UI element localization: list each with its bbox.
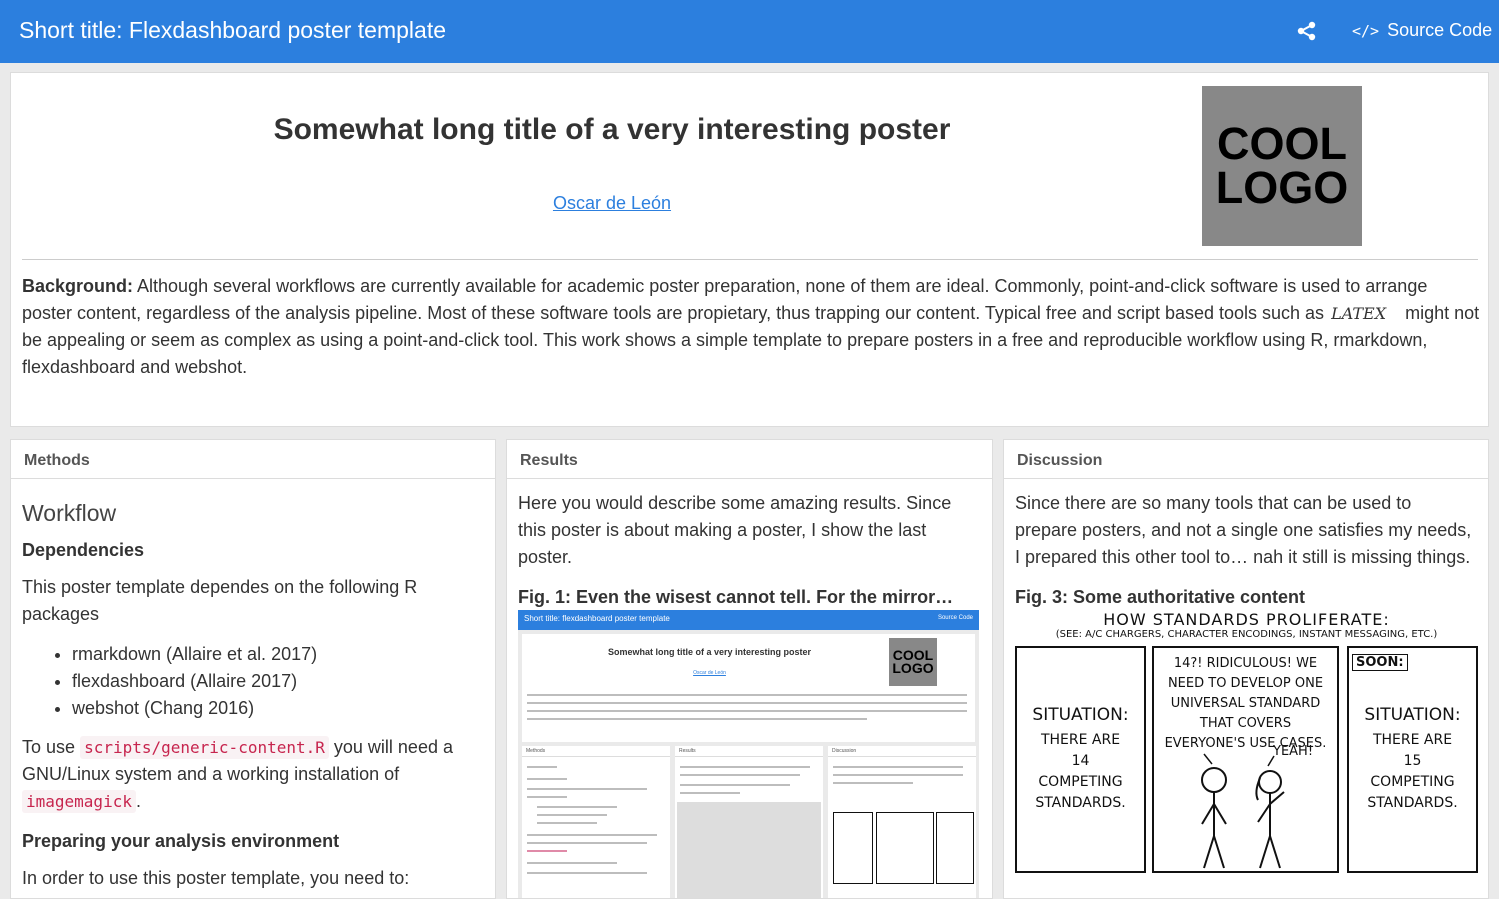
source-code-button[interactable]: </> Source Code <box>1352 20 1492 41</box>
latex-logo: LATEX <box>1331 304 1387 323</box>
results-paragraph: Here you would describe some amazing res… <box>518 493 952 567</box>
panel-3-text: THERE ARE 15 COMPETING STANDARDS. <box>1367 732 1458 811</box>
mini-text-line <box>833 782 913 784</box>
discussion-header: Discussion <box>1004 440 1488 479</box>
background-text-1: Although several workflows are currently… <box>22 276 1428 323</box>
panel-1-title: SITUATION: <box>1032 705 1129 725</box>
mini-text-line <box>680 784 790 786</box>
imagemagick-code: imagemagick <box>22 790 136 813</box>
panel-3-soon: SOON: <box>1352 654 1408 671</box>
mini-discussion-column: Discussion <box>828 746 976 898</box>
mini-text-line <box>527 842 647 844</box>
mini-discussion-header: Discussion <box>828 746 976 757</box>
mini-text-line <box>527 702 967 704</box>
environment-paragraph: In order to use this poster template, yo… <box>22 868 410 888</box>
discussion-paragraph: Since there are so many tools that can b… <box>1015 493 1472 567</box>
panel-3-title: SITUATION: <box>1364 705 1461 725</box>
mini-navbar: Short title: flexdashboard poster templa… <box>518 610 979 630</box>
mini-header: Somewhat long title of a very interestin… <box>522 634 975 742</box>
source-code-label: Source Code <box>1387 20 1493 40</box>
poster-title: Somewhat long title of a very interestin… <box>273 113 951 146</box>
list-item: rmarkdown (Allaire et al. 2017) <box>72 641 485 668</box>
methods-body: Workflow Dependencies This poster templa… <box>22 490 485 898</box>
results-header: Results <box>507 440 992 479</box>
comic-panel-1: SITUATION: THERE ARE 14 COMPETING STANDA… <box>1015 646 1146 873</box>
figure-3-caption: Fig. 3: Some authoritative content <box>1015 587 1306 607</box>
environment-heading: Preparing your analysis environment <box>22 831 340 851</box>
discussion-card: Discussion Since there are so many tools… <box>1003 439 1489 899</box>
mini-text-line <box>680 766 810 768</box>
discussion-body: Since there are so many tools that can b… <box>1015 490 1478 624</box>
mini-nested-screenshot <box>677 802 821 898</box>
panel-2-text: 14?! RIDICULOUS! WE NEED TO DEVELOP ONE … <box>1164 656 1327 751</box>
mini-navbar-title: Short title: flexdashboard poster templa… <box>524 614 670 623</box>
panel-1-text: THERE ARE 14 COMPETING STANDARDS. <box>1035 732 1126 811</box>
mini-methods-column: Methods <box>522 746 670 898</box>
mini-comic-panel <box>876 812 934 884</box>
code-icon: </> <box>1352 21 1380 40</box>
stick-figures-icon <box>1201 753 1285 869</box>
mini-text-line <box>680 792 740 794</box>
mini-text-line <box>537 822 597 824</box>
mini-text-line <box>537 814 607 816</box>
logo-line-2: LOGO <box>1215 162 1349 213</box>
mini-author: Oscar de León <box>693 670 726 676</box>
mini-text-line <box>527 788 647 790</box>
mini-logo: COOL LOGO <box>889 638 937 686</box>
list-item: flexdashboard (Allaire 2017) <box>72 668 485 695</box>
comic-subtitle: (SEE: A/C CHARGERS, CHARACTER ENCODINGS,… <box>1055 629 1438 640</box>
mini-results-header: Results <box>675 746 823 757</box>
dependencies-heading: Dependencies <box>22 540 145 560</box>
comic-panel-2: 14?! RIDICULOUS! WE NEED TO DEVELOP ONE … <box>1152 646 1339 873</box>
mini-source-code: Source Code <box>937 615 973 621</box>
mini-text-line <box>527 710 967 712</box>
script-code: scripts/generic-content.R <box>80 736 329 759</box>
workflow-heading: Workflow <box>22 500 117 526</box>
poster-header: Somewhat long title of a very interestin… <box>10 72 1489 427</box>
mini-text-line <box>527 872 647 874</box>
mini-text-line <box>527 796 567 798</box>
background-paragraph: Background: Although several workflows a… <box>22 273 1482 381</box>
usage-text-1: To use <box>22 737 76 757</box>
mini-text-line <box>527 766 557 768</box>
standards-comic: HOW STANDARDS PROLIFERATE: (SEE: A/C CHA… <box>1015 610 1478 875</box>
methods-header: Methods <box>11 440 495 479</box>
background-label: Background: <box>22 276 134 296</box>
methods-card: Methods Workflow Dependencies This poste… <box>10 439 496 899</box>
mini-text-line <box>537 806 617 808</box>
divider <box>22 259 1478 260</box>
poster-screenshot: Short title: flexdashboard poster templa… <box>518 610 979 898</box>
mini-text-line <box>833 766 963 768</box>
usage-paragraph: To use scripts/generic-content.R you wil… <box>22 734 485 815</box>
mini-text-line <box>833 774 963 776</box>
navbar-title[interactable]: Short title: Flexdashboard poster templa… <box>19 17 446 44</box>
mini-text-line <box>527 694 967 696</box>
author-link[interactable]: Oscar de León <box>11 193 1213 214</box>
mini-text-line <box>527 778 567 780</box>
mini-methods-header: Methods <box>522 746 670 757</box>
comic-panel-3: SOON: SITUATION: THERE ARE 15 COMPETING … <box>1347 646 1478 873</box>
mini-text-line <box>527 850 567 852</box>
results-card: Results Here you would describe some ama… <box>506 439 993 899</box>
mini-text-line <box>527 862 617 864</box>
mini-comic-panel <box>936 812 974 884</box>
mini-text-line <box>527 834 657 836</box>
navbar: Short title: Flexdashboard poster templa… <box>0 0 1499 63</box>
dependencies-intro: This poster template dependes on the fol… <box>22 577 418 624</box>
package-list: rmarkdown (Allaire et al. 2017) flexdash… <box>22 641 485 722</box>
mini-text-line <box>680 774 800 776</box>
list-item: webshot (Chang 2016) <box>72 695 485 722</box>
usage-text-3: . <box>135 791 141 811</box>
mini-comic-panel <box>833 812 873 884</box>
mini-logo-line-2: LOGO <box>892 660 934 676</box>
mini-results-column: Results <box>675 746 823 898</box>
share-icon[interactable] <box>1296 20 1318 42</box>
logo: COOL LOGO <box>1202 86 1362 246</box>
mini-poster-title: Somewhat long title of a very interestin… <box>607 647 812 657</box>
mini-text-line <box>527 718 867 720</box>
comic-title: HOW STANDARDS PROLIFERATE: <box>1103 610 1390 629</box>
